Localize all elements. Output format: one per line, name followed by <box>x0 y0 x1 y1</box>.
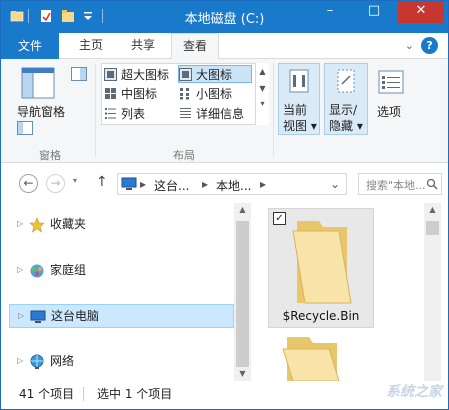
small-icons-icon <box>180 88 189 100</box>
explorer-window: 本地磁盘 (C:) – □ ✕ 文件 主页 共享 查看 ⌄ ? 导航窗格 窗格 <box>0 0 449 410</box>
navigation-pane: ▷ 收藏夹 ▷ 家庭组 ▷ 这台电脑 ▷ 网络 ▲ ▼ <box>1 203 251 381</box>
navigation-pane-icon[interactable] <box>21 67 55 99</box>
nav-item-label: 网络 <box>50 354 75 368</box>
tab-view[interactable]: 查看 <box>171 33 219 60</box>
scroll-down-arrow-icon[interactable]: ▼ <box>234 367 251 381</box>
up-button[interactable]: ↑ <box>96 174 108 190</box>
nav-pane-label[interactable]: 导航窗格 <box>17 103 65 120</box>
options-button[interactable]: 选项 <box>377 103 401 120</box>
folder-name: $Recycle.Bin <box>282 309 360 323</box>
nav-item-label: 收藏夹 <box>50 217 87 231</box>
current-view-icon <box>289 69 309 93</box>
forward-button[interactable]: → <box>46 174 65 193</box>
homegroup-icon <box>30 264 44 278</box>
status-divider <box>83 387 84 401</box>
layout-gallery: 超大图标 大图标 中图标 小图标 列表 详细信息 <box>101 63 269 125</box>
address-separator-icon[interactable]: ▸ <box>140 177 146 191</box>
address-bar[interactable]: ▸ 这台... ▸ 本地... ▸ ⌄ <box>117 173 347 195</box>
folder-icon <box>292 221 352 304</box>
address-dropdown-icon[interactable]: ⌄ <box>330 177 340 191</box>
file-list: ✓ $Recycle.Bin ▲ <box>251 203 448 381</box>
recent-locations-icon[interactable]: ▾ <box>73 176 77 185</box>
folder-icon[interactable] <box>281 333 345 381</box>
content-scrollbar[interactable]: ▲ <box>424 203 441 381</box>
address-separator-icon[interactable]: ▸ <box>202 177 208 191</box>
item-count: 41 个项目 <box>19 387 75 401</box>
gallery-up-arrow-icon[interactable]: ▲ <box>256 67 269 76</box>
group-divider <box>273 63 274 157</box>
nav-item-homegroup[interactable]: ▷ 家庭组 <box>9 259 234 283</box>
layout-medium-icons[interactable]: 中图标 <box>104 85 178 103</box>
item-checkbox[interactable]: ✓ <box>273 212 286 225</box>
show-hide-icon <box>337 69 355 93</box>
scroll-thumb[interactable] <box>426 221 439 235</box>
collapse-ribbon-button[interactable]: ⌄ <box>405 39 414 52</box>
computer-icon <box>121 177 137 190</box>
tab-file[interactable]: 文件 <box>1 33 59 59</box>
folder-item[interactable]: ✓ $Recycle.Bin <box>268 208 374 328</box>
layout-extra-large-icons[interactable]: 超大图标 <box>104 66 178 84</box>
options-icon[interactable] <box>377 69 405 95</box>
network-icon <box>30 354 44 369</box>
nav-item-label: 家庭组 <box>50 263 87 277</box>
nav-item-label: 这台电脑 <box>51 309 100 323</box>
minimize-button[interactable]: – <box>312 1 348 23</box>
scroll-up-arrow-icon[interactable]: ▲ <box>424 203 441 217</box>
current-view-button[interactable]: 当前 视图 ▾ <box>278 63 320 135</box>
expand-chevron-icon[interactable]: ▷ <box>17 259 23 281</box>
ribbon: 导航窗格 窗格 超大图标 大图标 中图标 小图标 列表 详细信息 ▲ ▼ ▾ 布… <box>1 59 448 163</box>
star-icon <box>29 217 45 233</box>
group-divider <box>95 63 96 157</box>
nav-item-network[interactable]: ▷ 网络 <box>9 350 234 374</box>
panes-group-label: 窗格 <box>39 149 61 162</box>
search-icon[interactable] <box>426 178 438 190</box>
preview-pane-icon[interactable] <box>71 67 87 81</box>
tab-share[interactable]: 共享 <box>121 33 165 59</box>
show-hide-label-2: 隐藏 ▾ <box>329 119 363 133</box>
address-row: ← → ▾ ↑ ▸ 这台... ▸ 本地... ▸ ⌄ 搜索"本地... <box>1 169 448 199</box>
show-hide-label-1: 显示/ <box>329 103 358 117</box>
tab-home[interactable]: 主页 <box>69 33 113 59</box>
expand-chevron-icon[interactable]: ▷ <box>17 213 23 235</box>
search-input[interactable]: 搜索"本地... <box>358 173 442 195</box>
medium-icons-icon <box>105 88 116 99</box>
scroll-thumb[interactable] <box>236 221 249 367</box>
layout-small-icons[interactable]: 小图标 <box>179 85 253 103</box>
search-placeholder: 搜索"本地... <box>366 179 426 192</box>
address-segment-local-disk[interactable]: 本地... <box>216 177 251 194</box>
watermark-logo: 系统之家 <box>386 384 442 400</box>
layout-group-label: 布局 <box>173 149 195 162</box>
list-icon <box>105 108 116 119</box>
address-separator-icon[interactable]: ▸ <box>260 177 266 191</box>
computer-icon <box>30 310 46 323</box>
title-bar: 本地磁盘 (C:) – □ ✕ <box>1 1 448 33</box>
details-icon <box>180 108 191 118</box>
scroll-up-arrow-icon[interactable]: ▲ <box>234 203 251 217</box>
back-button[interactable]: ← <box>19 174 38 193</box>
status-bar: 41 个项目 选中 1 个项目 系统之家 <box>1 381 448 409</box>
current-view-label-1: 当前 <box>283 103 308 117</box>
extra-large-icons-icon <box>104 68 117 81</box>
layout-large-icons[interactable]: 大图标 <box>178 65 252 83</box>
address-segment-this-pc[interactable]: 这台... <box>154 177 189 194</box>
nav-item-favorites[interactable]: ▷ 收藏夹 <box>9 213 234 237</box>
large-icons-icon <box>179 68 192 81</box>
layout-list[interactable]: 列表 <box>104 105 178 123</box>
expand-chevron-icon[interactable]: ▷ <box>18 305 24 327</box>
maximize-button[interactable]: □ <box>356 1 392 23</box>
layout-gallery-scroll[interactable]: ▲ ▼ ▾ <box>255 63 269 125</box>
gallery-more-icon[interactable]: ▾ <box>256 99 269 108</box>
details-pane-icon[interactable] <box>17 121 33 135</box>
selected-count: 选中 1 个项目 <box>97 387 173 401</box>
help-button[interactable]: ? <box>421 37 438 54</box>
expand-chevron-icon[interactable]: ▷ <box>17 350 23 372</box>
ribbon-tab-row: 文件 主页 共享 查看 ⌄ ? <box>1 33 448 60</box>
close-button[interactable]: ✕ <box>398 1 444 23</box>
nav-pane-scrollbar[interactable]: ▲ ▼ <box>234 203 251 381</box>
nav-item-this-pc[interactable]: ▷ 这台电脑 <box>9 304 234 328</box>
layout-details[interactable]: 详细信息 <box>179 105 253 123</box>
show-hide-button[interactable]: 显示/ 隐藏 ▾ <box>324 63 368 135</box>
current-view-label-2: 视图 ▾ <box>283 119 317 133</box>
gallery-down-arrow-icon[interactable]: ▼ <box>256 84 269 93</box>
